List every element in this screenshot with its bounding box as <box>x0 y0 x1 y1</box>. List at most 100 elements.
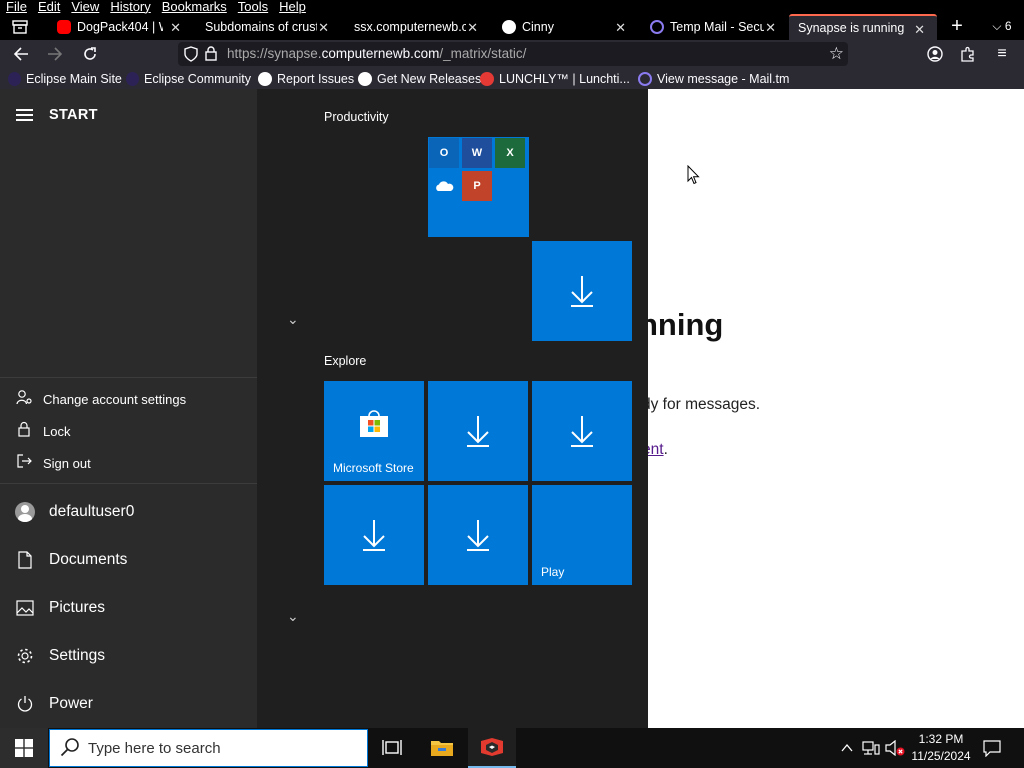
group-title-explore[interactable]: Explore <box>324 354 366 368</box>
taskbar-clock[interactable]: 1:32 PM 11/25/2024 <box>910 731 972 765</box>
page-heading: nning <box>639 307 724 342</box>
network-button[interactable] <box>860 728 882 768</box>
at-icon <box>638 71 652 86</box>
task-view-icon <box>382 740 402 755</box>
browser-taskbar-button[interactable] <box>468 728 516 768</box>
action-center-button[interactable] <box>978 728 1006 768</box>
bookmark-get-new-releases[interactable]: Get New Releases <box>358 70 481 87</box>
close-tab-icon[interactable]: ✕ <box>914 22 925 38</box>
chevron-down-icon: ⌵ <box>992 18 1002 33</box>
back-button[interactable] <box>10 44 32 64</box>
task-view-button[interactable] <box>368 728 416 768</box>
office-tile-folder[interactable]: O W X P <box>428 137 529 237</box>
power-icon <box>15 694 35 714</box>
close-tab-icon[interactable]: ✕ <box>467 20 478 36</box>
menu-bookmarks[interactable]: Bookmarks <box>156 0 232 14</box>
puzzle-icon <box>961 46 974 62</box>
power-button[interactable]: Power <box>15 691 93 717</box>
hamburger-menu-icon[interactable] <box>16 109 33 121</box>
bookmark-mail-tm[interactable]: View message - Mail.tm <box>638 70 789 87</box>
list-all-tabs-button[interactable]: ⌵ 6 <box>982 16 1022 36</box>
chevron-down-icon[interactable]: ⌄ <box>287 608 299 625</box>
close-tab-icon[interactable]: ✕ <box>615 20 626 36</box>
menu-edit[interactable]: Edit <box>32 0 65 14</box>
start-button[interactable] <box>0 728 48 768</box>
menu-view[interactable]: View <box>65 0 104 14</box>
account-icon <box>927 46 943 62</box>
folder-icon <box>431 741 453 756</box>
forward-button[interactable] <box>44 44 66 64</box>
browser-app-icon <box>481 738 503 756</box>
show-hidden-icons-button[interactable] <box>836 728 858 768</box>
flyout-label: Change account settings <box>43 391 187 407</box>
play-tile[interactable]: Play <box>532 485 632 585</box>
clock-date: 11/25/2024 <box>911 749 971 763</box>
bookmark-star-icon[interactable]: ☆ <box>829 44 844 64</box>
tab-cinny[interactable]: Cinny ✕ <box>502 14 628 40</box>
bookmark-label: View message - Mail.tm <box>657 71 790 86</box>
documents-button[interactable]: Documents <box>15 547 127 573</box>
menu-file[interactable]: File <box>0 0 32 14</box>
tab-title: ssx.computernewb.co <box>354 20 466 34</box>
sign-out-button[interactable]: Sign out <box>15 453 91 473</box>
tab-temp-mail[interactable]: Temp Mail - Secu ✕ <box>650 14 778 40</box>
close-tab-icon[interactable]: ✕ <box>318 20 329 36</box>
close-tab-icon[interactable]: ✕ <box>765 20 776 36</box>
volume-muted-icon <box>885 740 905 756</box>
eclipse-icon <box>126 71 139 86</box>
page-text: dy for messages. <box>642 396 761 413</box>
user-account-button[interactable]: defaultuser0 <box>15 499 134 525</box>
tile-label: Play <box>541 565 565 579</box>
picture-icon <box>15 598 35 618</box>
bookmark-eclipse-community[interactable]: Eclipse Community <box>126 70 251 87</box>
download-tile[interactable] <box>428 485 528 585</box>
bookmark-report-issues[interactable]: Report Issues <box>258 70 354 87</box>
volume-button[interactable] <box>884 728 906 768</box>
reload-icon <box>84 47 96 60</box>
url-path: /_matrix/static/ <box>439 46 527 61</box>
reload-button[interactable] <box>79 44 101 64</box>
tab-overview-icon[interactable] <box>9 17 31 37</box>
menu-history[interactable]: History <box>104 0 155 14</box>
menu-help[interactable]: Help <box>273 0 311 14</box>
lock-button[interactable]: Lock <box>15 421 70 441</box>
chevron-down-icon[interactable]: ⌄ <box>287 311 299 328</box>
menu-tools[interactable]: Tools <box>232 0 273 14</box>
cinny-icon <box>502 20 516 34</box>
bookmark-lunchly[interactable]: LUNCHLY™ | Lunchti... <box>480 70 630 87</box>
extensions-button[interactable] <box>957 44 979 64</box>
document-icon <box>15 550 35 570</box>
shield-icon[interactable] <box>184 46 198 65</box>
microsoft-store-tile[interactable]: Microsoft Store <box>324 381 424 481</box>
tab-ssx[interactable]: ssx.computernewb.co ✕ <box>354 14 480 40</box>
app-menu-button[interactable]: ≡ <box>991 44 1013 64</box>
bookmark-eclipse-main[interactable]: Eclipse Main Site <box>8 70 122 87</box>
bookmark-label: Eclipse Community <box>144 71 251 86</box>
taskbar-search-input[interactable]: Type here to search <box>49 729 368 767</box>
download-tile[interactable] <box>532 241 632 341</box>
lock-icon[interactable] <box>205 46 217 64</box>
nav-label: Pictures <box>49 599 105 616</box>
new-tab-button[interactable]: + <box>946 15 968 37</box>
url-bar[interactable]: https://synapse.computernewb.com/_matrix… <box>178 42 848 66</box>
account-button[interactable] <box>924 44 946 64</box>
tab-youtube[interactable]: DogPack404 | Wil ✕ <box>57 14 183 40</box>
menu-bar: File Edit View History Bookmarks Tools H… <box>0 0 1024 14</box>
mouse-cursor <box>687 164 700 188</box>
close-tab-icon[interactable]: ✕ <box>170 20 181 36</box>
change-account-settings-button[interactable]: Change account settings <box>15 389 186 409</box>
download-tile[interactable] <box>428 381 528 481</box>
group-title-productivity[interactable]: Productivity <box>324 110 389 124</box>
bookmark-label: Get New Releases <box>377 71 482 86</box>
tab-synapse[interactable]: Synapse is running ✕ <box>789 14 937 40</box>
file-explorer-button[interactable] <box>418 728 466 768</box>
sign-out-icon <box>15 453 32 473</box>
gear-icon <box>15 646 35 666</box>
tab-title: DogPack404 | Wil <box>77 20 163 34</box>
download-tile[interactable] <box>532 381 632 481</box>
bookmark-label: Eclipse Main Site <box>26 71 122 86</box>
settings-button[interactable]: Settings <box>15 643 105 669</box>
pictures-button[interactable]: Pictures <box>15 595 105 621</box>
download-tile[interactable] <box>324 485 424 585</box>
tab-subdomains[interactable]: Subdomains of crusty ✕ <box>205 14 331 40</box>
